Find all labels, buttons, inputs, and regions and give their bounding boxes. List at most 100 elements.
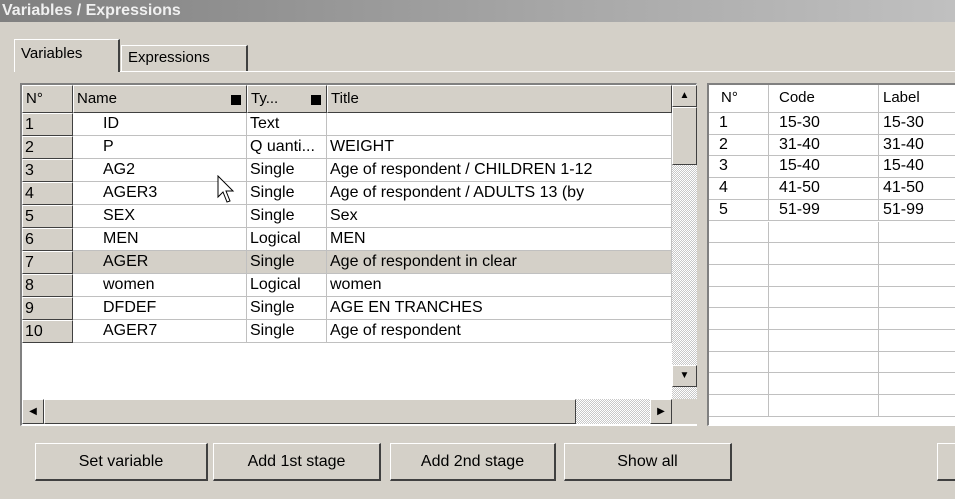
- code-label[interactable]: [879, 395, 955, 417]
- set-variable-button[interactable]: Set variable: [35, 443, 208, 481]
- table-row[interactable]: 1 ID Text: [22, 113, 672, 136]
- code-label[interactable]: [879, 373, 955, 396]
- variable-type[interactable]: Single: [247, 182, 327, 205]
- vertical-scroll-thumb[interactable]: [672, 107, 697, 165]
- row-number[interactable]: 10: [22, 320, 73, 343]
- code-value[interactable]: [769, 373, 879, 396]
- table-row[interactable]: 4 41-50 41-50: [709, 178, 955, 200]
- tab-variables[interactable]: Variables: [14, 39, 120, 72]
- code-label[interactable]: [879, 243, 955, 265]
- code-value[interactable]: [769, 243, 879, 265]
- row-number[interactable]: 9: [22, 297, 73, 320]
- add-1st-stage-button[interactable]: Add 1st stage: [213, 443, 381, 481]
- variable-name[interactable]: AGER7: [73, 320, 247, 343]
- variable-type[interactable]: Logical: [247, 274, 327, 297]
- code-row-number[interactable]: [709, 264, 769, 287]
- variable-title[interactable]: women: [327, 274, 672, 297]
- code-label[interactable]: 15-30: [879, 113, 955, 135]
- variable-type[interactable]: Text: [247, 113, 327, 136]
- variable-type[interactable]: Logical: [247, 228, 327, 251]
- variable-title[interactable]: Age of respondent in clear: [327, 251, 672, 274]
- table-row[interactable]: [709, 351, 955, 374]
- code-value[interactable]: 41-50: [769, 178, 879, 200]
- code-label[interactable]: 15-40: [879, 156, 955, 179]
- row-number[interactable]: 7: [22, 251, 73, 274]
- table-row[interactable]: [709, 264, 955, 287]
- variable-title[interactable]: Age of respondent / ADULTS 13 (by: [327, 182, 672, 205]
- code-value[interactable]: 31-40: [769, 134, 879, 157]
- code-value[interactable]: [769, 395, 879, 417]
- show-all-button[interactable]: Show all: [564, 443, 732, 481]
- row-number[interactable]: 3: [22, 159, 73, 182]
- code-label[interactable]: 41-50: [879, 178, 955, 200]
- variable-type[interactable]: Single: [247, 297, 327, 320]
- table-row[interactable]: [709, 373, 955, 396]
- table-row[interactable]: [709, 330, 955, 352]
- column-header-name[interactable]: Name: [73, 85, 247, 113]
- variable-name[interactable]: P: [73, 136, 247, 159]
- horizontal-scroll-thumb[interactable]: [44, 399, 576, 424]
- row-number[interactable]: 1: [22, 113, 73, 136]
- variable-name[interactable]: women: [73, 274, 247, 297]
- table-row[interactable]: 5 51-99 51-99: [709, 199, 955, 222]
- table-row[interactable]: [709, 286, 955, 309]
- table-row[interactable]: 5 SEX Single Sex: [22, 205, 672, 228]
- code-value[interactable]: 15-40: [769, 156, 879, 179]
- column-header-type[interactable]: Ty...: [247, 85, 327, 113]
- variable-type[interactable]: Single: [247, 159, 327, 182]
- code-row-number[interactable]: [709, 221, 769, 244]
- code-value[interactable]: [769, 308, 879, 330]
- code-row-number[interactable]: 3: [709, 156, 769, 179]
- variable-type[interactable]: Q uanti...: [247, 136, 327, 159]
- variable-name[interactable]: AGER: [73, 251, 247, 274]
- table-row[interactable]: [709, 221, 955, 244]
- extra-button[interactable]: [937, 443, 955, 481]
- scroll-left-icon[interactable]: ◀: [22, 399, 44, 424]
- code-value[interactable]: [769, 351, 879, 374]
- codes-grid[interactable]: N° Code Label 1 15-30 15-30 2 31-40 31-40 3 15-…: [707, 83, 955, 426]
- table-row[interactable]: 7 AGER Single Age of respondent in clear: [22, 251, 672, 274]
- scroll-right-icon[interactable]: ▶: [650, 399, 672, 424]
- vertical-scrollbar[interactable]: ▲ ▼: [672, 85, 697, 399]
- variable-type[interactable]: Single: [247, 251, 327, 274]
- variables-grid[interactable]: N° Name Ty... Title 1 ID Text 2 P Q uanti... W…: [20, 83, 697, 426]
- table-row[interactable]: [709, 308, 955, 330]
- variable-name[interactable]: MEN: [73, 228, 247, 251]
- code-label[interactable]: [879, 287, 955, 309]
- code-label[interactable]: 31-40: [879, 135, 955, 157]
- variable-type[interactable]: Single: [247, 205, 327, 228]
- code-row-number[interactable]: [709, 286, 769, 309]
- table-row[interactable]: 3 15-40 15-40: [709, 156, 955, 179]
- code-row-number[interactable]: 4: [709, 178, 769, 200]
- add-2nd-stage-button[interactable]: Add 2nd stage: [390, 443, 556, 481]
- table-row[interactable]: 3 AG2 Single Age of respondent / CHILDREN 1…: [22, 159, 672, 182]
- table-row[interactable]: 8 women Logical women: [22, 274, 672, 297]
- code-row-number[interactable]: [709, 308, 769, 330]
- scroll-up-icon[interactable]: ▲: [672, 85, 697, 107]
- table-row[interactable]: [709, 243, 955, 265]
- code-row-number[interactable]: [709, 351, 769, 374]
- code-label[interactable]: [879, 352, 955, 374]
- code-value[interactable]: [769, 330, 879, 352]
- variable-name[interactable]: DFDEF: [73, 297, 247, 320]
- variable-title[interactable]: Age of respondent / CHILDREN 1-12: [327, 159, 672, 182]
- column-header-title[interactable]: Title: [327, 85, 672, 113]
- table-row[interactable]: 2PQ uanti... WEIGHT: [22, 136, 672, 159]
- column-header-number[interactable]: N°: [22, 85, 73, 113]
- horizontal-scrollbar[interactable]: ◀ ▶: [22, 399, 672, 424]
- row-number[interactable]: 4: [22, 182, 73, 205]
- code-value[interactable]: [769, 286, 879, 309]
- code-row-number[interactable]: [709, 243, 769, 265]
- code-row-number[interactable]: [709, 395, 769, 417]
- table-row[interactable]: 6 MEN Logical MEN: [22, 228, 672, 251]
- code-row-number[interactable]: [709, 373, 769, 396]
- code-label[interactable]: [879, 265, 955, 287]
- table-row[interactable]: 1 15-30 15-30: [709, 113, 955, 135]
- column-header-code[interactable]: Code: [769, 85, 879, 113]
- code-label[interactable]: [879, 308, 955, 330]
- variable-title[interactable]: Age of respondent: [327, 320, 672, 343]
- column-header-number[interactable]: N°: [709, 85, 769, 113]
- table-row[interactable]: 10 AGER7 Single Age of respondent: [22, 320, 672, 343]
- scroll-down-icon[interactable]: ▼: [672, 365, 697, 387]
- row-number[interactable]: 2: [22, 136, 73, 159]
